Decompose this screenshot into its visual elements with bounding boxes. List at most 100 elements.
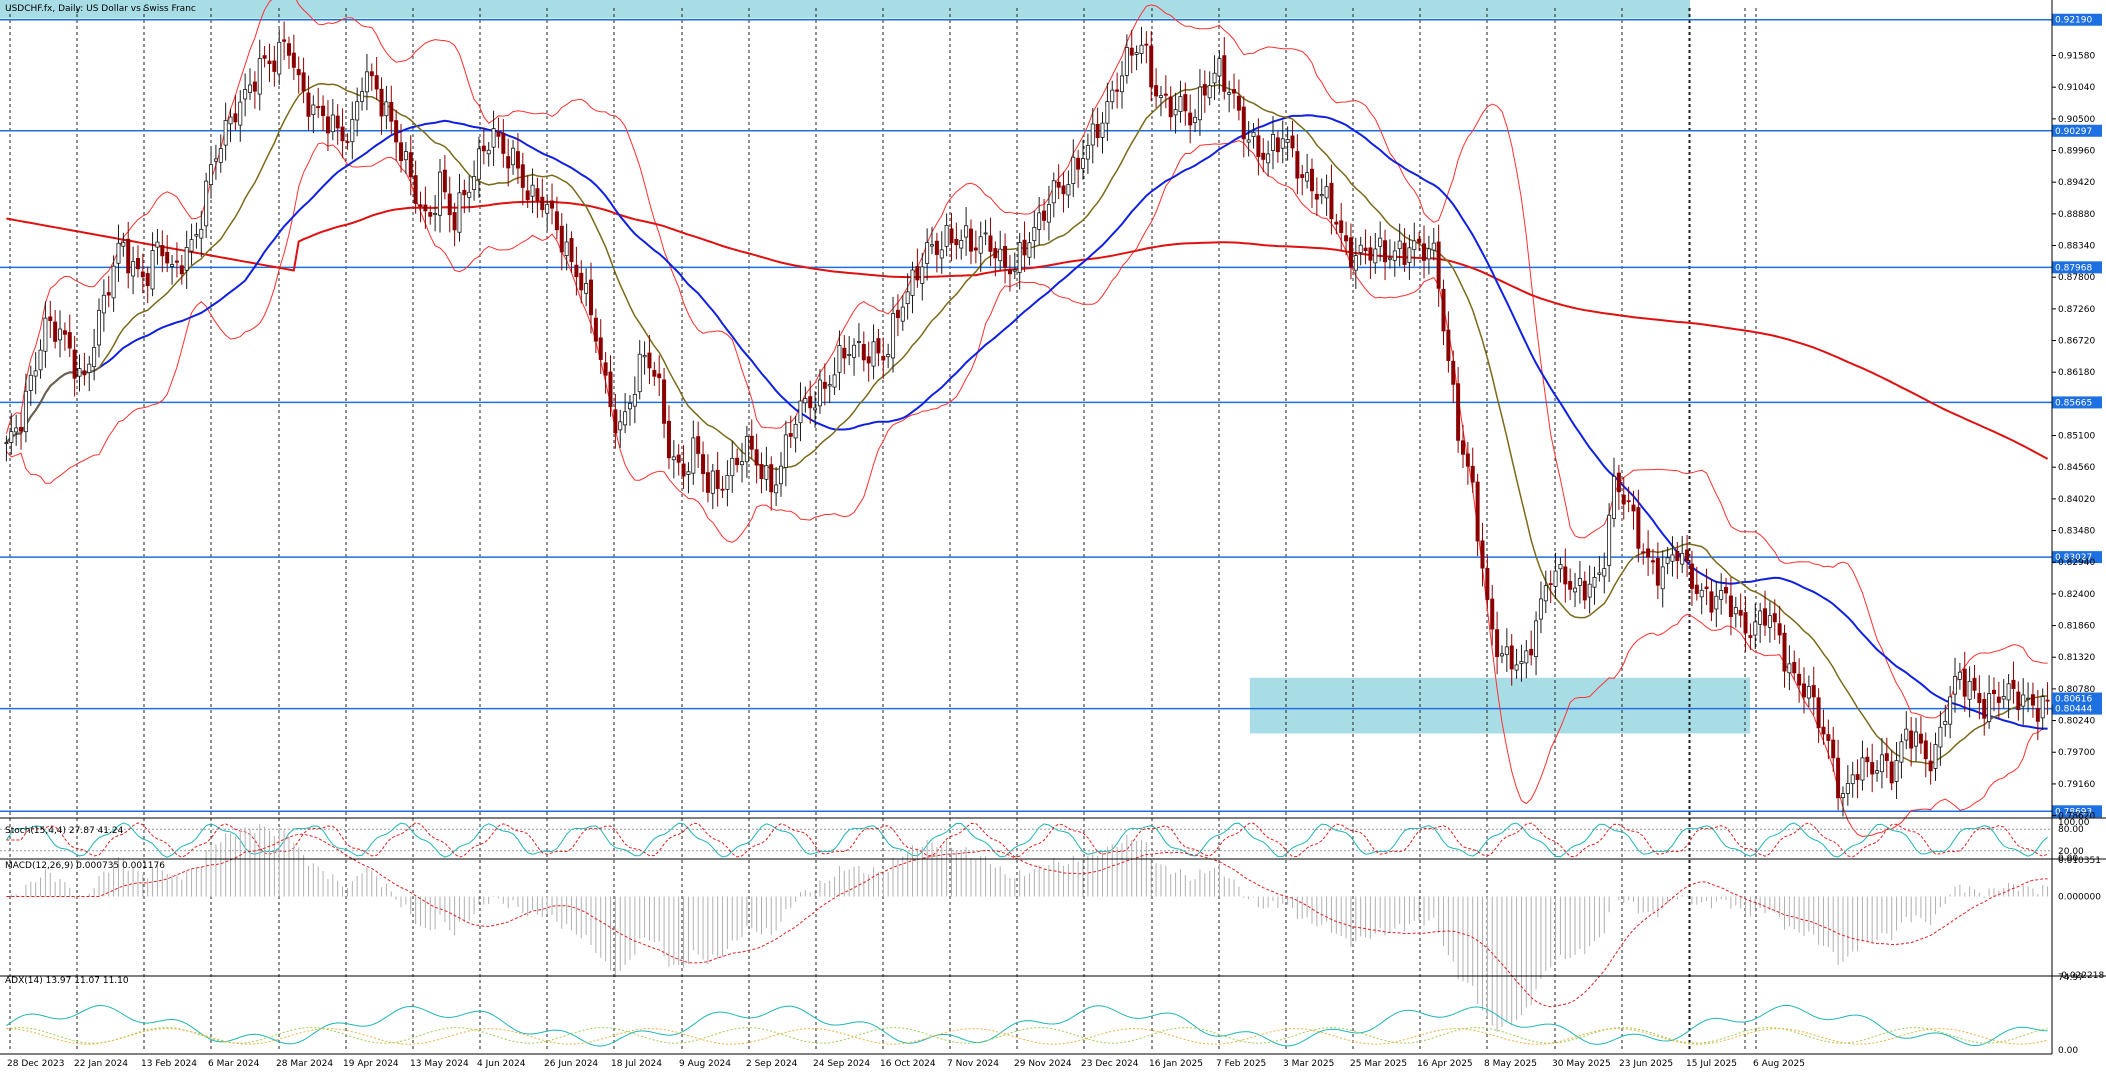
candle-body xyxy=(1285,139,1290,143)
candle-body xyxy=(1996,696,2001,703)
candle-body xyxy=(1918,733,1923,744)
candle-body xyxy=(1665,557,1670,564)
candle-body xyxy=(652,369,657,377)
candle-body xyxy=(618,421,623,431)
candle-body xyxy=(1514,664,1519,671)
candle-body xyxy=(1728,595,1733,618)
candle-body xyxy=(1144,43,1149,46)
candle-body xyxy=(1573,587,1578,593)
candle-body xyxy=(1348,237,1353,268)
chart-canvas: 0.921900.902970.879680.856650.830270.804… xyxy=(0,0,2106,1073)
candle-body xyxy=(1071,156,1076,184)
candle-body xyxy=(199,228,204,239)
candle-body xyxy=(598,337,603,360)
candle-body xyxy=(1124,47,1129,76)
candle-body xyxy=(1158,95,1163,98)
candle-body xyxy=(774,484,779,494)
candle-body xyxy=(2026,697,2031,700)
price-tick-label: 0.78620 xyxy=(2058,812,2095,822)
price-tick-label: 0.87800 xyxy=(2058,273,2095,283)
price-tick-label: 0.85100 xyxy=(2058,432,2095,442)
candle-body xyxy=(540,196,545,211)
candle-body xyxy=(1797,673,1802,686)
candle-body xyxy=(778,465,783,485)
candle-body xyxy=(1504,646,1509,656)
candle-body xyxy=(569,238,574,263)
candle-body xyxy=(939,249,944,259)
candle-body xyxy=(1875,770,1880,774)
candle-body xyxy=(1290,135,1295,149)
chart-background xyxy=(0,0,2106,1073)
candle-body xyxy=(1441,288,1446,332)
candle-body xyxy=(43,317,48,352)
candle-body xyxy=(184,247,189,271)
candle-body xyxy=(1392,250,1397,261)
candle-body xyxy=(1232,89,1237,94)
candle-body xyxy=(418,204,423,207)
candle-body xyxy=(345,141,350,144)
candle-body xyxy=(920,266,925,284)
candle-body xyxy=(1134,52,1139,55)
candle-body xyxy=(1694,584,1699,594)
candle-body xyxy=(374,75,379,90)
candle-body xyxy=(579,272,584,291)
candle-body xyxy=(827,384,832,387)
candle-body xyxy=(111,265,116,299)
candle-body xyxy=(252,81,257,92)
candle-body xyxy=(1066,184,1071,196)
date-tick-label: 6 Mar 2024 xyxy=(208,1059,260,1069)
candle-body xyxy=(1904,728,1909,741)
candle-body xyxy=(1309,168,1314,192)
price-tick-label: 0.83480 xyxy=(2058,527,2095,537)
candle-body xyxy=(155,241,160,248)
price-tick-label: 0.88340 xyxy=(2058,242,2095,252)
date-tick-label: 23 Jun 2025 xyxy=(1619,1059,1673,1069)
candle-body xyxy=(389,102,394,122)
candle-body xyxy=(267,60,272,65)
price-tick-label: 0.79160 xyxy=(2058,780,2095,790)
resistance-zone xyxy=(0,0,1690,19)
candle-body xyxy=(135,258,140,270)
level-price-label: 0.92190 xyxy=(2055,16,2092,26)
candle-body xyxy=(77,368,82,377)
date-tick-label: 28 Mar 2024 xyxy=(276,1059,333,1069)
date-tick-label: 16 Oct 2024 xyxy=(880,1059,936,1069)
candle-body xyxy=(856,341,861,343)
candle-body xyxy=(447,193,452,216)
candle-body xyxy=(1129,47,1134,56)
symbol-title: USDCHF.fx, Daily: US Dollar vs Swiss Fra… xyxy=(5,4,196,14)
candle-body xyxy=(1378,237,1383,247)
candle-body xyxy=(1465,453,1470,467)
candle-body xyxy=(681,463,686,477)
candle-body xyxy=(38,349,43,371)
candle-body xyxy=(1655,558,1660,586)
candle-body xyxy=(1334,221,1339,225)
candle-body xyxy=(861,344,866,361)
candle-body xyxy=(67,332,72,349)
candle-body xyxy=(33,370,38,377)
candle-body xyxy=(277,41,282,75)
candle-body xyxy=(871,341,876,367)
candle-body xyxy=(1417,238,1422,243)
candle-body xyxy=(1085,145,1090,160)
candle-body xyxy=(949,228,954,244)
candle-body xyxy=(1222,55,1227,92)
candle-body xyxy=(62,330,67,335)
candle-body xyxy=(1972,677,1977,691)
candle-body xyxy=(1202,84,1207,96)
candle-body xyxy=(28,374,33,391)
candle-body xyxy=(121,241,126,247)
price-tick-label: 0.89960 xyxy=(2058,147,2095,157)
candle-body xyxy=(1636,507,1641,549)
candle-body xyxy=(1602,568,1607,577)
candle-body xyxy=(1475,481,1480,542)
candle-body xyxy=(1914,731,1919,747)
candle-body xyxy=(408,152,413,178)
price-tick-label: 0.84560 xyxy=(2058,463,2095,473)
candle-body xyxy=(325,116,330,134)
candle-body xyxy=(209,164,214,185)
candle-body xyxy=(467,191,472,198)
candle-body xyxy=(1777,623,1782,636)
candle-body xyxy=(1105,101,1110,124)
candle-body xyxy=(2006,683,2011,701)
